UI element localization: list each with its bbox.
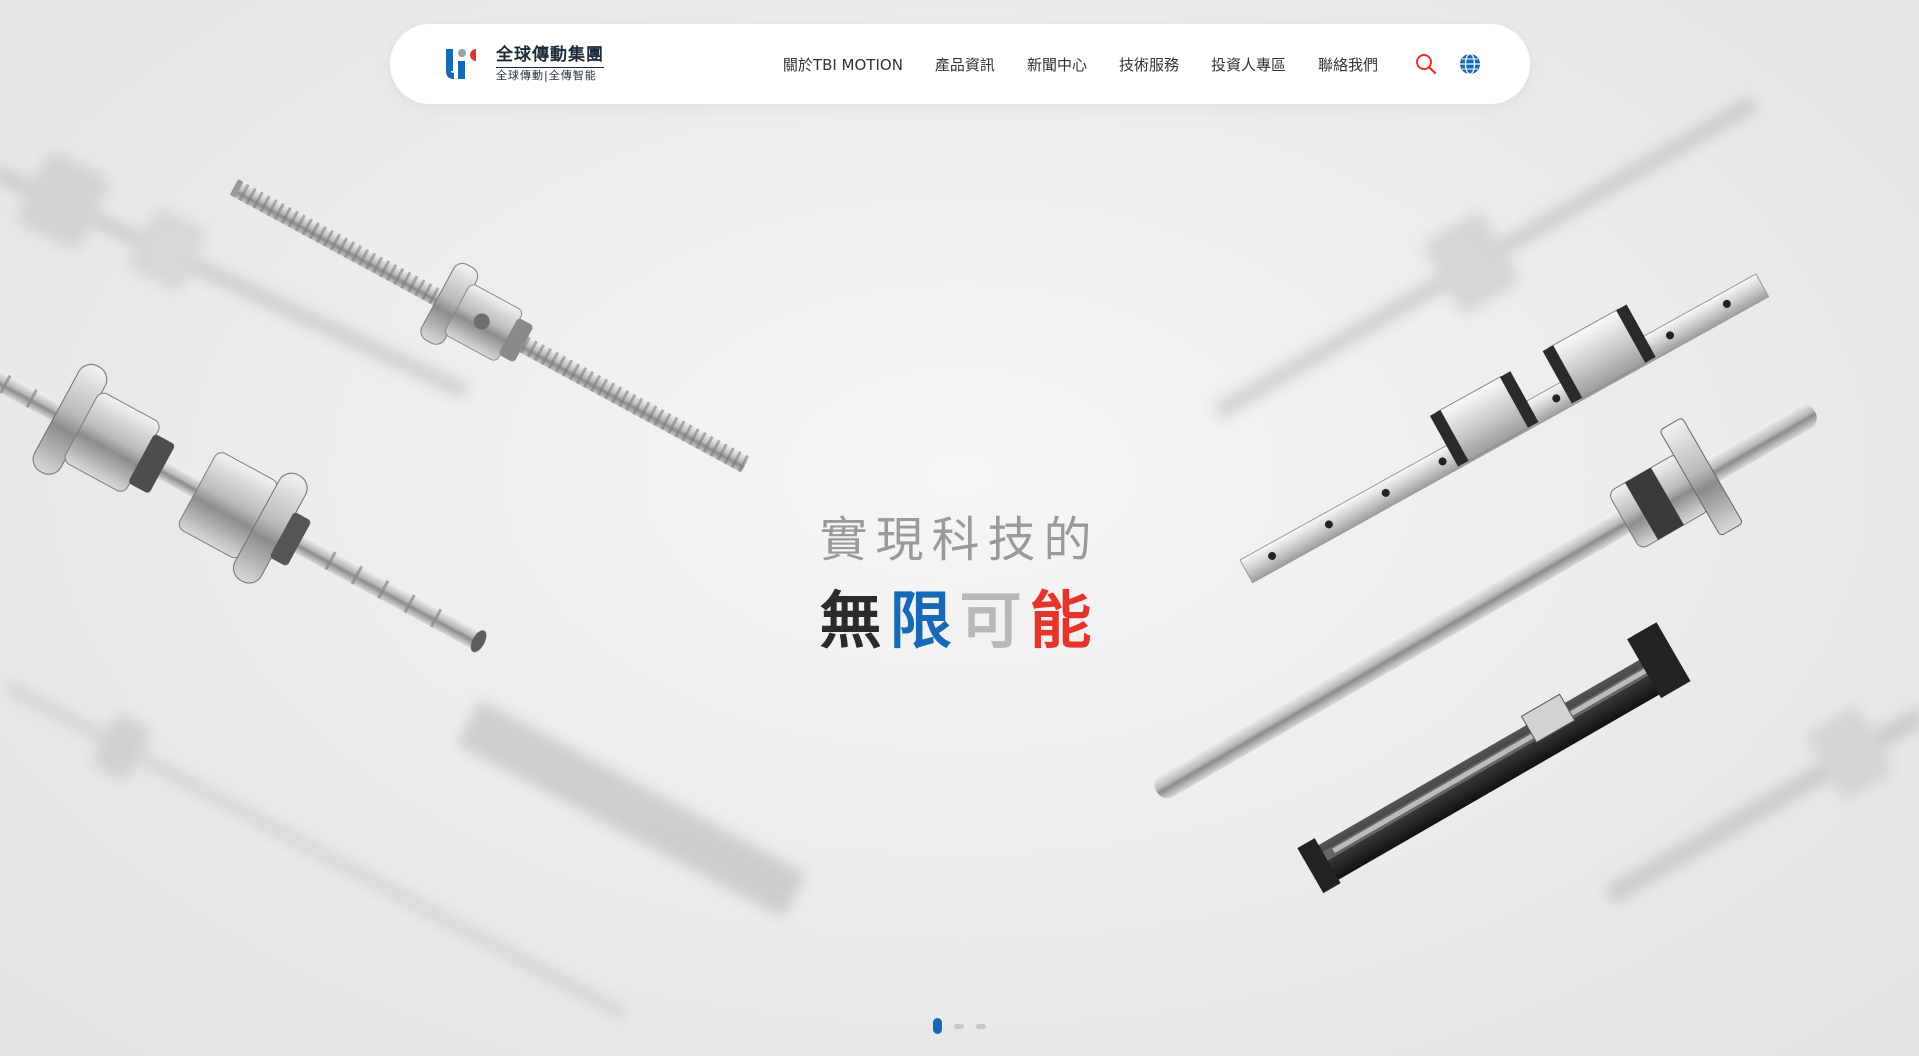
nav-products[interactable]: 產品資訊	[919, 54, 1011, 75]
hero-char-4: 能	[1029, 584, 1100, 657]
globe-icon[interactable]	[1458, 52, 1482, 76]
logo-subtitle: 全球傳動|全傳智能	[496, 67, 604, 82]
brand-logo[interactable]: 全球傳動集團 全球傳動|全傳智能	[444, 44, 604, 83]
hero-tagline-line2: 無限可能	[0, 570, 1919, 660]
ballscrew-top	[230, 179, 750, 473]
carousel-dot-3[interactable]	[976, 1023, 986, 1029]
carousel-pagination	[0, 1018, 1919, 1034]
carousel-dot-1[interactable]	[933, 1018, 942, 1034]
nav-contact[interactable]: 聯絡我們	[1302, 54, 1394, 75]
hero-tagline-line1: 實現科技的	[819, 512, 1100, 568]
hero-char-2: 限	[889, 584, 960, 657]
hero-char-3: 可	[959, 584, 1030, 657]
hero-char-1: 無	[819, 584, 890, 657]
nav-news[interactable]: 新聞中心	[1011, 54, 1103, 75]
logo-mark-icon	[446, 49, 482, 79]
logo-name: 全球傳動集團	[496, 44, 604, 65]
carousel-dot-2[interactable]	[954, 1023, 964, 1029]
nav-investors[interactable]: 投資人專區	[1195, 54, 1302, 75]
nav-about[interactable]: 關於TBI MOTION	[767, 54, 919, 75]
top-navbar: 全球傳動集團 全球傳動|全傳智能 關於TBI MOTION 產品資訊 新聞中心 …	[390, 24, 1530, 104]
nav-tech-service[interactable]: 技術服務	[1103, 54, 1195, 75]
main-menu: 關於TBI MOTION 產品資訊 新聞中心 技術服務 投資人專區 聯絡我們	[767, 52, 1482, 76]
search-icon[interactable]	[1414, 52, 1438, 76]
linear-actuator	[1297, 622, 1691, 894]
